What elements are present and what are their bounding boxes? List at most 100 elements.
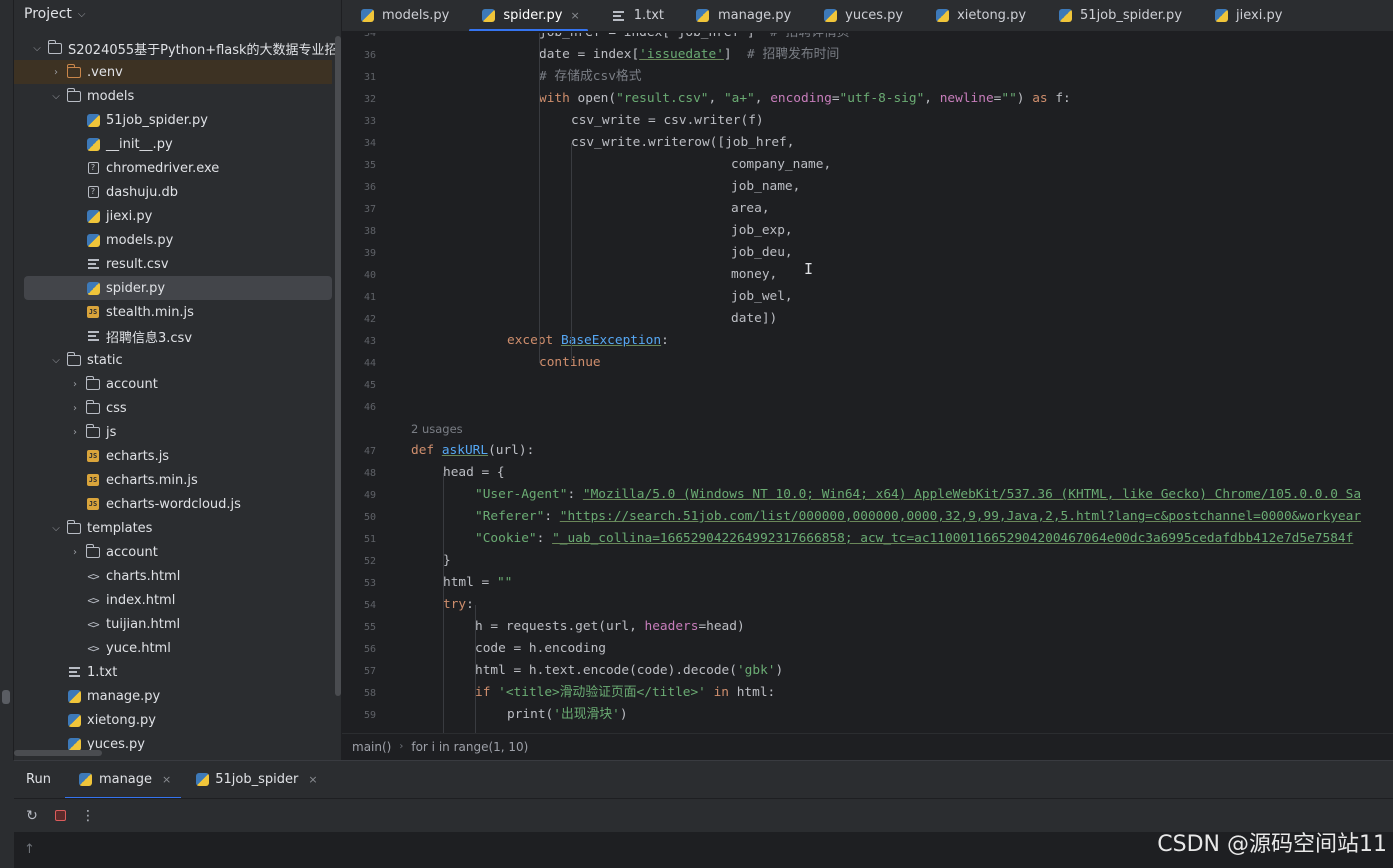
tree-file[interactable]: ›<>yuce.html — [14, 636, 332, 660]
code-line[interactable]: job_wel, — [731, 286, 793, 308]
code-line[interactable]: except BaseException: — [507, 330, 669, 352]
tree-file[interactable]: ›1.txt — [14, 660, 332, 684]
code-line[interactable]: with open("result.csv", "a+", encoding="… — [539, 88, 1071, 110]
tree-folder[interactable]: › js — [14, 420, 332, 444]
code-line[interactable]: print('出现滑块') — [507, 704, 628, 726]
project-horizontal-scrollbar[interactable] — [14, 750, 102, 756]
breadcrumb-item-loop[interactable]: for i in range(1, 10) — [411, 740, 528, 754]
code-line[interactable]: "User-Agent": "Mozilla/5.0 (Windows NT 1… — [475, 484, 1361, 506]
tree-file[interactable]: ›?chromedriver.exe — [14, 156, 332, 180]
breadcrumb-item-function[interactable]: main() — [352, 740, 391, 754]
code-line[interactable]: csv_write = csv.writer(f) — [571, 110, 764, 132]
chevron-down-icon: ⌵ — [77, 8, 86, 20]
tree-folder[interactable]: ⌵ models — [14, 84, 332, 108]
tree-folder[interactable]: › css — [14, 396, 332, 420]
code-line[interactable]: try: — [443, 594, 474, 616]
chevron-right-icon[interactable]: › — [49, 67, 63, 78]
code-line[interactable]: code = h.encoding — [475, 638, 606, 660]
chevron-right-icon[interactable]: › — [68, 427, 82, 438]
line-number: 50 — [363, 512, 376, 523]
project-vertical-scrollbar[interactable] — [335, 36, 341, 696]
line-number: 58 — [363, 688, 376, 699]
stop-button[interactable] — [48, 804, 72, 828]
chevron-right-icon[interactable]: › — [68, 547, 82, 558]
tree-file[interactable]: ›<>index.html — [14, 588, 332, 612]
chevron-right-icon[interactable]: › — [68, 403, 82, 414]
tree-folder[interactable]: ⌵ static — [14, 348, 332, 372]
chevron-down-icon[interactable]: ⌵ — [30, 43, 44, 54]
code-line[interactable]: job_deu, — [731, 242, 793, 264]
usages-hint[interactable]: 2 usages — [411, 422, 463, 436]
code-line[interactable]: date]) — [731, 308, 777, 330]
tree-folder[interactable]: › account — [14, 372, 332, 396]
run-tab-51job-spider[interactable]: 51job_spider × — [181, 761, 327, 799]
line-number: 51 — [363, 534, 376, 545]
project-panel-header[interactable]: Project ⌵ — [14, 0, 341, 28]
code-line[interactable]: money, — [731, 264, 777, 286]
close-icon[interactable]: × — [570, 9, 579, 22]
code-area[interactable]: job_href = index['job_href'] # 招聘详情页date… — [411, 33, 1393, 733]
tree-file[interactable]: ›JSecharts-wordcloud.js — [14, 492, 332, 516]
code-line[interactable]: def askURL(url): — [411, 440, 534, 462]
tree-file[interactable]: ›manage.py — [14, 684, 332, 708]
tree-folder[interactable]: ⌵ templates — [14, 516, 332, 540]
chevron-right-icon[interactable]: › — [68, 379, 82, 390]
chevron-down-icon[interactable]: ⌵ — [49, 523, 63, 534]
run-tab-manage[interactable]: manage × — [64, 761, 182, 799]
tree-file[interactable]: ›招聘信息3.csv — [14, 324, 332, 348]
code-line[interactable]: if '<title>滑动验证页面</title>' in html: — [475, 682, 775, 704]
editor-tab[interactable]: manage.py — [678, 0, 805, 31]
stop-icon — [54, 810, 66, 821]
editor-tab[interactable]: yuces.py — [805, 0, 917, 31]
code-line[interactable]: csv_write.writerow([job_href, — [571, 132, 794, 154]
code-line[interactable]: } — [443, 550, 451, 572]
code-line[interactable]: job_name, — [731, 176, 800, 198]
tree-file[interactable]: ›JSecharts.min.js — [14, 468, 332, 492]
code-editor[interactable]: 34 36 31 32 33 34 35 36 37 38 39 40 41 42 43 44 45 46 47 48… — [342, 33, 1393, 733]
tree-file[interactable]: ›<>charts.html — [14, 564, 332, 588]
tree-file[interactable]: ›jiexi.py — [14, 204, 332, 228]
tree-file[interactable]: ›models.py — [14, 228, 332, 252]
code-line[interactable]: "Referer": "https://search.51job.com/lis… — [475, 506, 1361, 528]
code-line[interactable]: continue — [539, 352, 601, 374]
more-options-button[interactable]: ⋮ — [76, 804, 100, 828]
editor-tab[interactable]: models.py — [342, 0, 463, 31]
close-icon[interactable]: × — [162, 773, 171, 786]
editor-tab[interactable]: 51job_spider.py — [1040, 0, 1196, 31]
tree-file[interactable]: ›xietong.py — [14, 708, 332, 732]
code-line[interactable]: area, — [731, 198, 770, 220]
tree-item-label: models.py — [106, 232, 174, 248]
tree-file[interactable]: ›result.csv — [14, 252, 332, 276]
tree-file[interactable]: ›JSecharts.js — [14, 444, 332, 468]
tree-file[interactable]: ›<>tuijian.html — [14, 612, 332, 636]
tree-file[interactable]: ›JSstealth.min.js — [14, 300, 332, 324]
code-line[interactable]: "Cookie": "_uab_collina=1665290422649923… — [475, 528, 1353, 550]
rerun-button[interactable]: ↻ — [20, 804, 44, 828]
code-line[interactable]: job_href = index['job_href'] # 招聘详情页 — [539, 33, 850, 44]
run-window-tabs: Run manage × 51job_spider × — [14, 760, 1393, 799]
editor-tab[interactable]: xietong.py — [917, 0, 1040, 31]
tree-file[interactable]: ›51job_spider.py — [14, 108, 332, 132]
tree-folder[interactable]: › .venv — [14, 60, 332, 84]
code-line[interactable]: company_name, — [731, 154, 831, 176]
code-line[interactable]: head = { — [443, 462, 505, 484]
chevron-down-icon[interactable]: ⌵ — [49, 355, 63, 366]
close-icon[interactable]: × — [308, 773, 317, 786]
tree-folder[interactable]: › account — [14, 540, 332, 564]
tree-folder[interactable]: ⌵ S2024055基于Python+flask的大数据专业招聘 — [14, 36, 341, 60]
code-line[interactable]: html = "" — [443, 572, 512, 594]
arrow-up-icon[interactable]: ↑ — [24, 842, 35, 857]
tree-file[interactable]: ›__init__.py — [14, 132, 332, 156]
code-line[interactable]: h = requests.get(url, headers=head) — [475, 616, 745, 638]
tree-file[interactable]: ›?dashuju.db — [14, 180, 332, 204]
editor-tab[interactable]: spider.py × — [463, 0, 593, 31]
chevron-down-icon[interactable]: ⌵ — [49, 91, 63, 102]
tree-file[interactable]: ›spider.py — [24, 276, 332, 300]
code-line[interactable]: job_exp, — [731, 220, 793, 242]
editor-tab[interactable]: 1.txt — [594, 0, 678, 31]
code-line[interactable]: html = h.text.encode(code).decode('gbk') — [475, 660, 783, 682]
folder-icon — [65, 351, 83, 367]
code-line[interactable]: # 存储成csv格式 — [539, 66, 642, 88]
editor-tab[interactable]: jiexi.py — [1196, 0, 1296, 31]
code-line[interactable]: date = index['issuedate'] # 招聘发布时间 — [539, 44, 839, 66]
